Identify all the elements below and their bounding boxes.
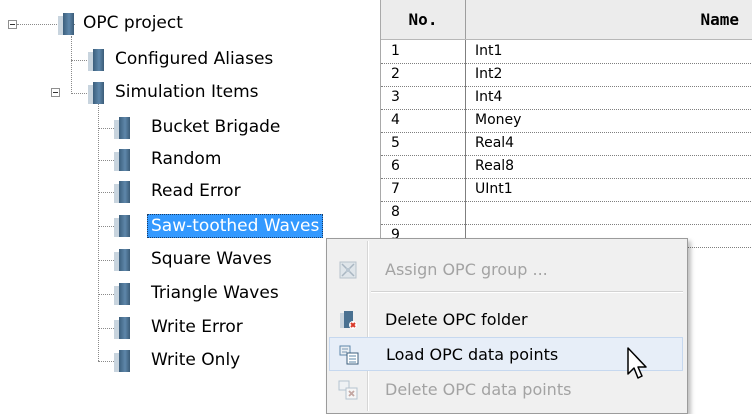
tree-connector xyxy=(71,36,72,94)
grid-header: No. Name xyxy=(381,0,752,40)
folder-icon xyxy=(114,215,130,237)
table-row[interactable]: 2 Int2 xyxy=(381,63,752,87)
table-row[interactable]: 5 Real4 xyxy=(381,132,752,156)
tree-connector xyxy=(98,328,114,329)
folder-icon xyxy=(114,149,130,171)
tree-connector xyxy=(98,128,114,129)
cell-no: 8 xyxy=(381,201,466,224)
folder-icon xyxy=(114,181,130,203)
cell-name: Int4 xyxy=(475,89,503,105)
tree-node-configured-aliases[interactable]: Configured Aliases xyxy=(112,48,276,70)
table-row[interactable]: 8 xyxy=(381,201,752,225)
tree-connector xyxy=(98,294,114,295)
folder-icon xyxy=(114,117,130,139)
folder-icon xyxy=(114,249,130,271)
folder-icon xyxy=(114,350,130,372)
tree-node-write-only[interactable]: Write Only xyxy=(148,349,243,371)
menu-item-label: Load OPC data points xyxy=(386,345,559,364)
folder-icon xyxy=(88,49,104,71)
tree-connector xyxy=(98,104,99,361)
table-row[interactable]: 4 Money xyxy=(381,109,752,133)
tree-connector xyxy=(98,226,114,227)
column-header-no[interactable]: No. xyxy=(381,0,466,39)
tree-node-random[interactable]: Random xyxy=(148,148,224,170)
cell-name: Real8 xyxy=(475,158,515,174)
menu-item-label: Delete OPC folder xyxy=(385,310,528,329)
tree-connector xyxy=(98,260,114,261)
cell-no: 2 xyxy=(381,63,466,86)
folder-icon xyxy=(88,82,104,104)
cell-no: 6 xyxy=(381,155,466,178)
project-tree[interactable]: OPC project Configured Aliases Simulatio… xyxy=(0,0,380,412)
cell-no: 3 xyxy=(381,86,466,109)
menu-item-delete-opc-folder[interactable]: Delete OPC folder xyxy=(329,303,683,337)
cell-no: 5 xyxy=(381,132,466,155)
cell-name: UInt1 xyxy=(475,181,513,197)
delete-datapoints-icon xyxy=(338,380,358,400)
menu-item-label: Assign OPC group ... xyxy=(385,260,548,279)
tree-node-write-error[interactable]: Write Error xyxy=(148,316,246,338)
tree-connector xyxy=(98,192,114,193)
cell-no: 1 xyxy=(381,40,466,63)
assign-group-icon xyxy=(339,261,357,279)
cell-no: 7 xyxy=(381,178,466,201)
menu-item-assign-opc-group[interactable]: Assign OPC group ... xyxy=(329,253,683,287)
cell-name: Real4 xyxy=(475,135,515,151)
tree-connector xyxy=(98,361,114,362)
column-header-name[interactable]: Name xyxy=(467,0,752,39)
folder-icon xyxy=(114,283,130,305)
table-row[interactable]: 7 UInt1 xyxy=(381,178,752,202)
table-row[interactable]: 6 Real8 xyxy=(381,155,752,179)
tree-node-root[interactable]: OPC project xyxy=(80,12,186,34)
context-menu: Assign OPC group ... Delete OPC folder L… xyxy=(326,238,688,414)
tree-node-saw-toothed-waves[interactable]: Saw-toothed Waves xyxy=(147,214,324,238)
folder-icon xyxy=(114,317,130,339)
collapse-toggle[interactable] xyxy=(8,20,17,29)
delete-folder-icon xyxy=(340,311,357,329)
tree-node-simulation-items[interactable]: Simulation Items xyxy=(112,81,262,103)
menu-item-label: Delete OPC data points xyxy=(385,380,572,399)
tree-node-read-error[interactable]: Read Error xyxy=(148,180,244,202)
table-row[interactable]: 1 Int1 xyxy=(381,40,752,64)
tree-node-triangle-waves[interactable]: Triangle Waves xyxy=(148,282,282,304)
cell-no: 4 xyxy=(381,109,466,132)
cell-name: Int2 xyxy=(475,66,503,82)
cell-name: Int1 xyxy=(475,43,503,59)
collapse-toggle[interactable] xyxy=(51,88,60,97)
mouse-cursor-icon xyxy=(627,347,647,379)
tree-connector xyxy=(98,160,114,161)
table-row[interactable]: 3 Int4 xyxy=(381,86,752,110)
tree-node-bucket-brigade[interactable]: Bucket Brigade xyxy=(148,116,283,138)
load-datapoints-icon xyxy=(339,345,359,365)
folder-icon xyxy=(58,13,74,35)
tree-node-square-waves[interactable]: Square Waves xyxy=(148,248,275,270)
cell-name: Money xyxy=(475,112,522,128)
menu-separator xyxy=(371,291,683,293)
